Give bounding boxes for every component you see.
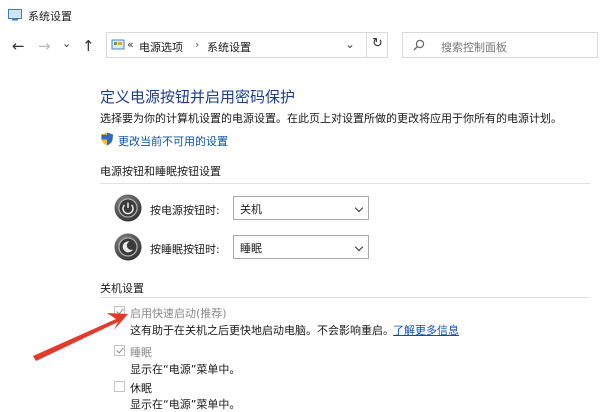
- search-placeholder: 搜索控制面板: [441, 41, 507, 54]
- recent-locations-button[interactable]: ⌄: [62, 36, 71, 52]
- sleep-button-icon: [114, 233, 142, 261]
- breadcrumb-overflow[interactable]: «: [127, 38, 134, 51]
- section-title-buttons: 电源按钮和睡眠按钮设置: [100, 165, 221, 178]
- system-settings-icon: [8, 9, 22, 21]
- change-unavailable-settings-link[interactable]: 更改当前不可用的设置: [118, 133, 228, 149]
- section-title-shutdown: 关机设置: [100, 282, 144, 295]
- hibernate-option-description: 显示在“电源”菜单中。: [130, 398, 241, 411]
- fast-startup-checkbox[interactable]: [114, 306, 125, 317]
- learn-more-link[interactable]: 了解更多信息: [393, 322, 459, 338]
- title-bar: 系统设置: [0, 0, 600, 30]
- sleep-option-label: 睡眠: [130, 346, 152, 359]
- fast-startup-label: 启用快速启动(推荐): [130, 307, 227, 320]
- back-button[interactable]: ←: [12, 38, 25, 54]
- search-icon: [413, 39, 425, 54]
- breadcrumb-system-settings[interactable]: 系统设置: [207, 39, 251, 55]
- sleep-checkbox[interactable]: [114, 345, 125, 356]
- breadcrumb-separator: ›: [195, 38, 200, 51]
- window-title: 系统设置: [28, 10, 72, 23]
- refresh-icon: ↻: [372, 36, 383, 51]
- section-divider: [100, 297, 590, 298]
- section-divider: [100, 183, 590, 184]
- control-panel-icon: [111, 38, 125, 55]
- uac-shield-icon: [100, 132, 114, 149]
- address-bar[interactable]: « 电源选项 › 系统设置 ⌄: [106, 32, 388, 58]
- page-title: 定义电源按钮并启用密码保护: [100, 88, 296, 106]
- sleep-option-description: 显示在“电源”菜单中。: [130, 363, 241, 376]
- sleep-button-action-value: 睡眠: [240, 242, 262, 255]
- sleep-button-label: 按睡眠按钮时:: [150, 243, 220, 256]
- page-description: 选择要为你的计算机设置的电源设置。在此页上对设置所做的更改将应用于你所有的电源计…: [100, 112, 562, 125]
- address-dropdown-button[interactable]: ⌄: [345, 37, 355, 51]
- chevron-down-icon: [354, 203, 364, 213]
- chevron-down-icon: [354, 242, 364, 252]
- sleep-button-action-select[interactable]: 睡眠: [233, 235, 369, 259]
- power-button-action-value: 关机: [240, 203, 262, 216]
- power-button-action-select[interactable]: 关机: [233, 196, 369, 220]
- up-button[interactable]: ↑: [82, 38, 95, 54]
- refresh-button[interactable]: ↻: [366, 32, 388, 58]
- hibernate-option-label: 休眠: [130, 382, 152, 395]
- forward-button[interactable]: →: [38, 38, 51, 54]
- search-box[interactable]: 搜索控制面板: [402, 32, 598, 58]
- power-button-icon: [114, 194, 142, 222]
- fast-startup-description: 这有助于在关机之后更快地启动电脑。不会影响重启。: [130, 324, 394, 337]
- breadcrumb-power-options[interactable]: 电源选项: [139, 39, 183, 55]
- power-button-label: 按电源按钮时:: [150, 204, 220, 217]
- hibernate-checkbox[interactable]: [114, 381, 125, 392]
